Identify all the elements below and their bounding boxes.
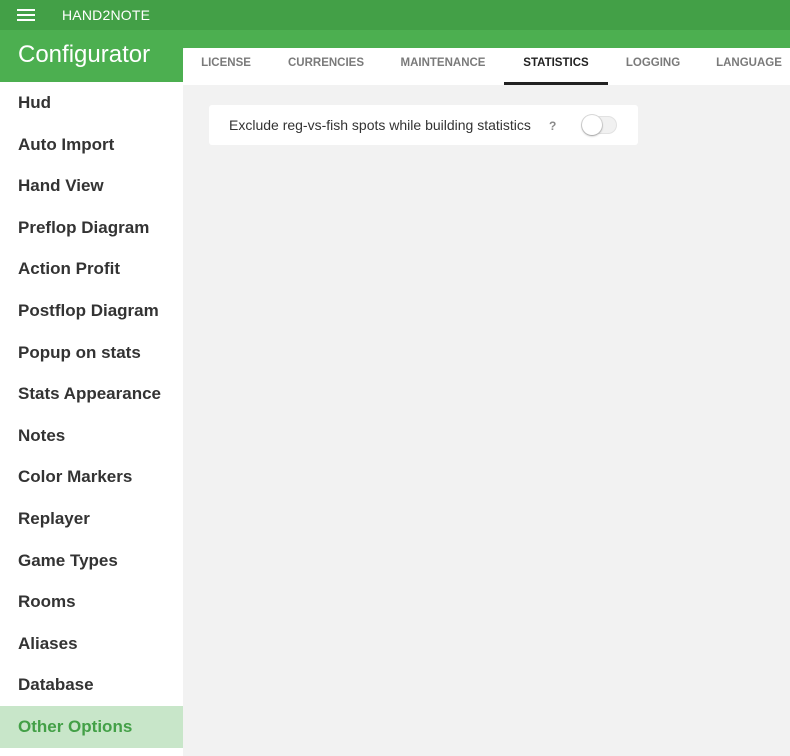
sidebar-item-hud[interactable]: Hud [0,82,183,124]
app-title: HAND2NOTE [62,7,151,23]
sidebar-item-database[interactable]: Database [0,664,183,706]
sidebar-item-action-profit[interactable]: Action Profit [0,248,183,290]
tab-logging[interactable]: LOGGING [618,48,688,85]
sidebar-list: Hud Auto Import Hand View Preflop Diagra… [0,82,183,748]
exclude-reg-vs-fish-label: Exclude reg-vs-fish spots while building… [229,117,531,133]
hamburger-menu-icon[interactable] [17,9,35,21]
tab-statistics[interactable]: STATISTICS [504,48,608,85]
sidebar-title: Configurator [0,30,183,82]
title-bar: HAND2NOTE [0,0,790,30]
sidebar-item-replayer[interactable]: Replayer [0,498,183,540]
sidebar-item-hand-view[interactable]: Hand View [0,165,183,207]
sidebar: Configurator Hud Auto Import Hand View P… [0,30,183,756]
sidebar-item-rooms[interactable]: Rooms [0,581,183,623]
header-band [183,30,790,48]
sidebar-item-color-markers[interactable]: Color Markers [0,456,183,498]
help-icon[interactable]: ? [549,119,556,133]
tab-license[interactable]: LICENSE [193,48,259,85]
tab-currencies[interactable]: CURRENCIES [280,48,372,85]
sidebar-item-other-options[interactable]: Other Options [0,705,183,748]
sidebar-item-aliases[interactable]: Aliases [0,623,183,665]
sidebar-item-stats-appearance[interactable]: Stats Appearance [0,373,183,415]
exclude-reg-vs-fish-toggle[interactable] [582,115,617,135]
sidebar-item-game-types[interactable]: Game Types [0,540,183,582]
sidebar-item-preflop-diagram[interactable]: Preflop Diagram [0,207,183,249]
sidebar-item-auto-import[interactable]: Auto Import [0,124,183,166]
tab-language[interactable]: LANGUAGE [710,48,788,85]
sidebar-item-postflop-diagram[interactable]: Postflop Diagram [0,290,183,332]
sidebar-item-popup-on-stats[interactable]: Popup on stats [0,332,183,374]
exclude-reg-vs-fish-setting: Exclude reg-vs-fish spots while building… [209,105,638,145]
toggle-knob [582,115,602,135]
sidebar-item-notes[interactable]: Notes [0,415,183,457]
tab-maintenance[interactable]: MAINTENANCE [393,48,493,85]
tab-bar: LICENSE CURRENCIES MAINTENANCE STATISTIC… [183,48,790,85]
